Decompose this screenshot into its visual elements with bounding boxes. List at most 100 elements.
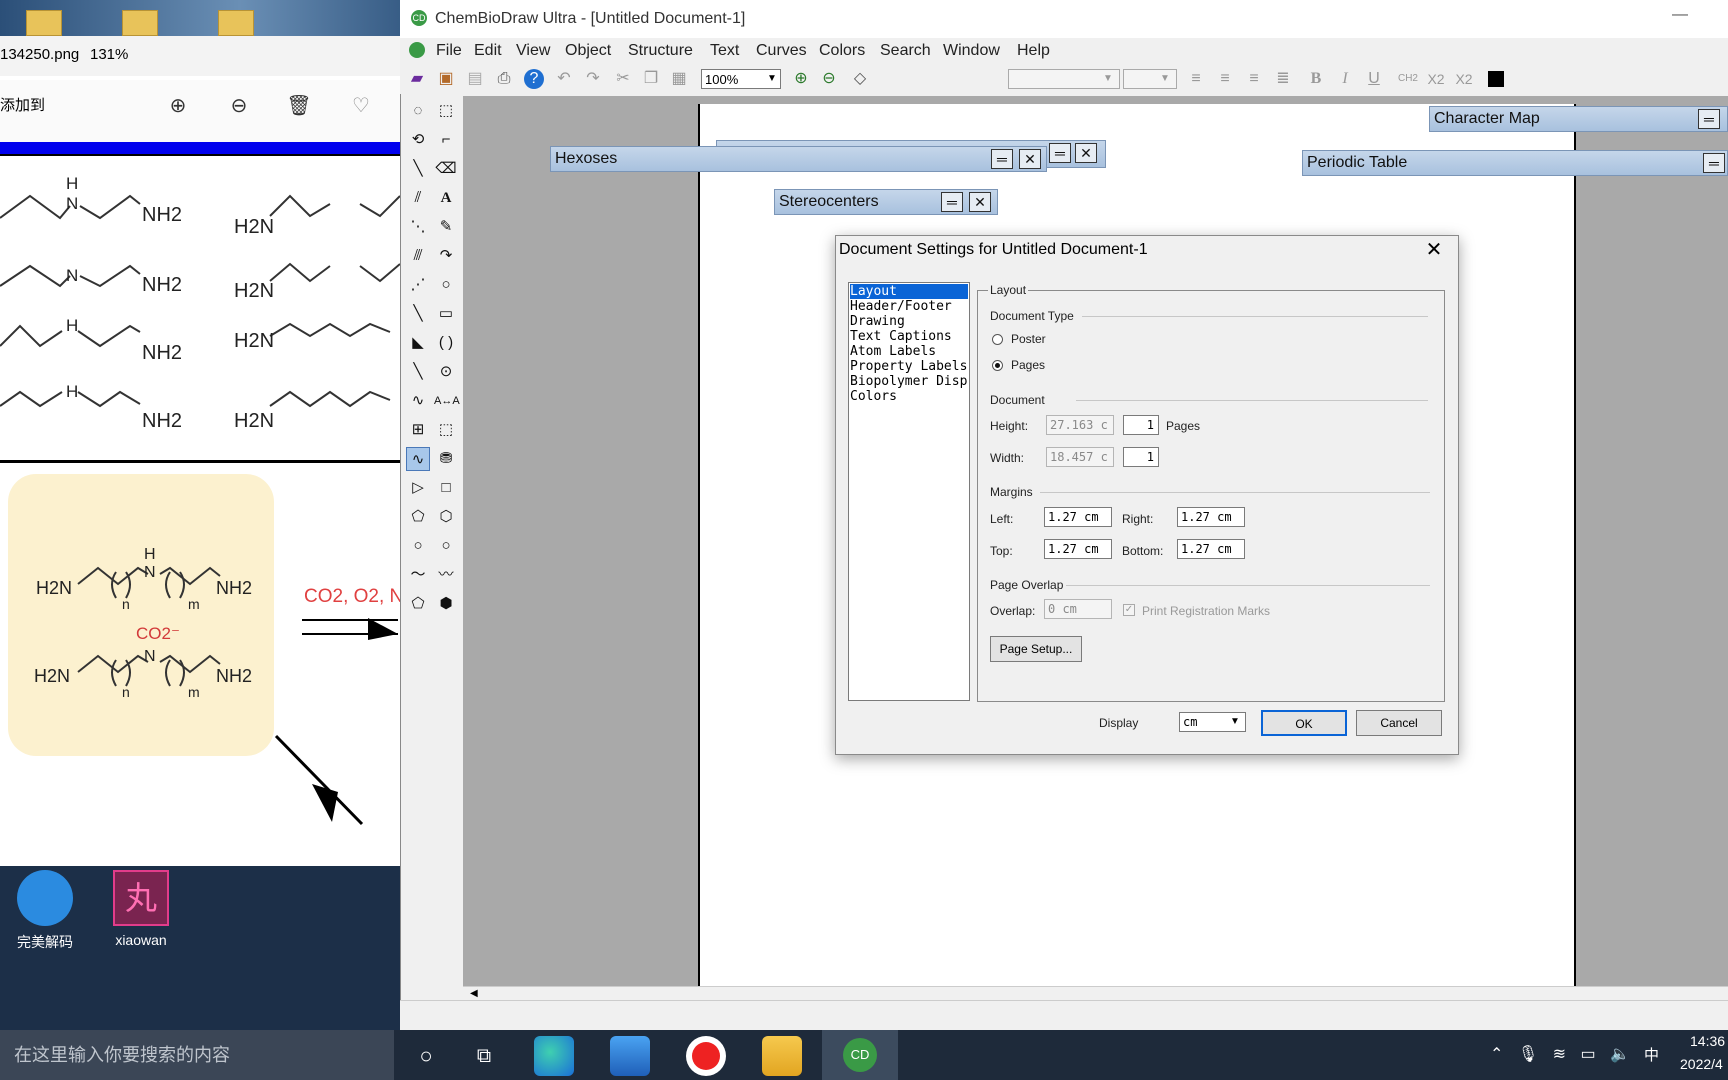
- menu-window[interactable]: Window: [943, 42, 1000, 60]
- menu-edit[interactable]: Edit: [474, 42, 502, 60]
- folder-icon[interactable]: [218, 10, 254, 36]
- wedged-hash-icon[interactable]: ╲: [406, 360, 430, 384]
- taskbar-search-input[interactable]: 在这里输入你要搜索的内容: [0, 1030, 394, 1080]
- overlap-field[interactable]: 0 cm: [1044, 599, 1112, 619]
- zoom-out-icon[interactable]: ⊖: [226, 93, 252, 119]
- minimize-button[interactable]: —: [1672, 6, 1688, 24]
- chevron-down-icon[interactable]: ▼: [764, 70, 780, 88]
- category-colors[interactable]: Colors: [850, 389, 968, 404]
- menu-search[interactable]: Search: [880, 42, 931, 60]
- zoom-out-icon[interactable]: ⊖: [818, 68, 840, 90]
- arrow-tool-icon[interactable]: ↷: [434, 244, 458, 268]
- battery-icon[interactable]: ▭: [1580, 1044, 1595, 1064]
- redo-icon[interactable]: ↷: [582, 68, 604, 90]
- palette-collapse-icon[interactable]: ═: [1049, 143, 1071, 163]
- category-layout[interactable]: Layout: [850, 284, 968, 299]
- double-bond-icon[interactable]: ⫽: [406, 186, 430, 210]
- menu-structure[interactable]: Structure: [628, 42, 693, 60]
- pen-icon[interactable]: ✎: [434, 215, 458, 239]
- copy-icon[interactable]: ❐: [640, 68, 662, 90]
- task-view-icon[interactable]: ⧉: [464, 1036, 504, 1076]
- chevron-down-icon[interactable]: ▼: [1160, 70, 1170, 88]
- recorder-icon[interactable]: [686, 1036, 726, 1076]
- cyclopentadiene-icon[interactable]: ⬠: [406, 592, 430, 616]
- close-icon[interactable]: ✕: [1019, 149, 1041, 169]
- palette-collapse-icon[interactable]: ═: [1703, 153, 1725, 173]
- height-pages-field[interactable]: 1: [1123, 415, 1159, 435]
- chair-alt-icon[interactable]: 〰: [434, 563, 458, 587]
- menu-colors[interactable]: Colors: [819, 42, 865, 60]
- play-icon[interactable]: ▷: [406, 476, 430, 500]
- hexoses-palette[interactable]: Hexoses ═ ✕: [550, 146, 1047, 172]
- chevron-up-icon[interactable]: ⌃: [1490, 1044, 1503, 1064]
- photos-icon[interactable]: [610, 1036, 650, 1076]
- file-explorer-icon[interactable]: [762, 1036, 802, 1076]
- new-document-icon[interactable]: ▰: [406, 68, 428, 90]
- subscript-icon[interactable]: X2: [1424, 68, 1448, 90]
- palette-collapse-icon[interactable]: ═: [941, 192, 963, 212]
- close-icon[interactable]: ✕: [1424, 240, 1444, 260]
- align-left-icon[interactable]: ≡: [1185, 68, 1207, 90]
- wifi-icon[interactable]: ≋: [1553, 1044, 1566, 1064]
- menu-view[interactable]: View: [516, 42, 550, 60]
- pages-radio[interactable]: [992, 360, 1003, 371]
- desktop-shortcut-xiaowan[interactable]: 丸 xiaowan: [96, 870, 186, 948]
- left-margin-field[interactable]: 1.27 cm: [1044, 507, 1112, 527]
- periodic-table-palette[interactable]: Periodic Table ═: [1302, 150, 1728, 176]
- folder-icon[interactable]: [122, 10, 158, 36]
- lasso-icon[interactable]: ◌: [406, 99, 430, 123]
- drawing-element-icon[interactable]: ▭: [434, 302, 458, 326]
- bond-chain-icon[interactable]: ⌐: [434, 128, 458, 152]
- align-center-icon[interactable]: ≡: [1214, 68, 1236, 90]
- chemical-style-icon[interactable]: CH2: [1394, 68, 1422, 90]
- menu-text[interactable]: Text: [710, 42, 739, 60]
- eraser-icon[interactable]: ⌫: [434, 157, 458, 181]
- cortana-icon[interactable]: ○: [406, 1036, 446, 1076]
- ok-button[interactable]: OK: [1261, 710, 1347, 736]
- close-icon[interactable]: ✕: [969, 192, 991, 212]
- chevron-down-icon[interactable]: ▼: [1103, 70, 1113, 88]
- font-select[interactable]: ▼: [1008, 69, 1120, 89]
- clock-date[interactable]: 2022/4: [1680, 1056, 1723, 1072]
- category-property-labels[interactable]: Property Labels: [850, 359, 968, 374]
- cyclohexane-icon[interactable]: ⬡: [434, 505, 458, 529]
- tlc-plate-icon[interactable]: ⬚: [434, 418, 458, 442]
- scroll-left-icon[interactable]: ◀: [470, 987, 478, 1001]
- bracket-icon[interactable]: ( ): [434, 331, 458, 355]
- trash-icon[interactable]: 🗑: [286, 93, 312, 119]
- chair-icon[interactable]: 〜: [406, 563, 430, 587]
- palette-collapse-icon[interactable]: ═: [991, 149, 1013, 169]
- category-text-captions[interactable]: Text Captions: [850, 329, 968, 344]
- spectrum-icon[interactable]: ∿: [406, 447, 430, 471]
- clock-time[interactable]: 14:36: [1690, 1033, 1725, 1049]
- single-bond-icon[interactable]: ╲: [406, 157, 430, 181]
- category-atom-labels[interactable]: Atom Labels: [850, 344, 968, 359]
- marquee-icon[interactable]: ⬚: [434, 99, 458, 123]
- chembiodraw-taskbar-button[interactable]: CD: [822, 1030, 898, 1080]
- category-drawing[interactable]: Drawing: [850, 314, 968, 329]
- print-icon[interactable]: ⎙: [493, 68, 515, 90]
- right-margin-field[interactable]: 1.27 cm: [1177, 507, 1245, 527]
- color-swatch[interactable]: [1488, 71, 1504, 87]
- save-icon[interactable]: ▤: [464, 68, 486, 90]
- cancel-button[interactable]: Cancel: [1356, 710, 1442, 736]
- menu-object[interactable]: Object: [565, 42, 611, 60]
- menu-help[interactable]: Help: [1017, 42, 1050, 60]
- table-icon[interactable]: ⊞: [406, 418, 430, 442]
- heart-icon[interactable]: ♡: [348, 93, 374, 119]
- hashed-wedge-icon[interactable]: ⋰: [406, 273, 430, 297]
- bold-icon[interactable]: B: [1305, 68, 1327, 90]
- template-icon[interactable]: ⛃: [434, 447, 458, 471]
- cyclopentane-icon[interactable]: ⬠: [406, 505, 430, 529]
- microphone-icon[interactable]: 🎙: [1518, 1044, 1538, 1064]
- wedge-bond-icon[interactable]: ◣: [406, 331, 430, 355]
- category-biopolymer-display[interactable]: Biopolymer Disp: [850, 374, 968, 389]
- edge-icon[interactable]: [534, 1036, 574, 1076]
- display-unit-select[interactable]: cm ▼: [1179, 712, 1246, 732]
- paste-icon[interactable]: ▦: [668, 68, 690, 90]
- hashed-bond-icon[interactable]: ⫻: [406, 244, 430, 268]
- justify-icon[interactable]: ≣: [1272, 68, 1294, 90]
- query-icon[interactable]: A↔A: [434, 389, 460, 413]
- bottom-margin-field[interactable]: 1.27 cm: [1177, 539, 1245, 559]
- cut-icon[interactable]: ✂: [612, 68, 634, 90]
